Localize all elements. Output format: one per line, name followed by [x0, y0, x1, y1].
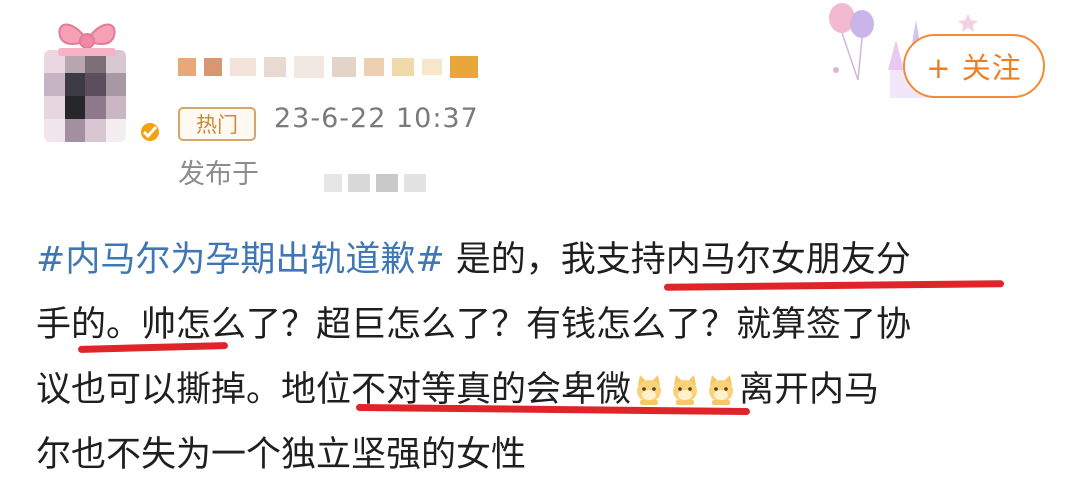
publish-source-blurred: [324, 174, 426, 192]
follow-button[interactable]: + 关注: [903, 34, 1045, 98]
publish-source-label: 发布于: [178, 159, 259, 190]
verified-badge-icon: [138, 120, 162, 144]
cat-emoji-icon: [709, 375, 734, 405]
hot-badge: 热门: [178, 107, 256, 141]
post-timestamp[interactable]: 23-6-22 10:37: [274, 103, 479, 134]
username-blurred[interactable]: [178, 52, 478, 82]
post-text: #内马尔为孕期出轨道歉# 是的，我支持内马尔女朋友分 手的。帅怎么了？超巨怎么了…: [36, 228, 1056, 488]
post-text-segment: 是的，我支持内马尔女朋友分: [444, 240, 911, 280]
post-line-3: 议也可以撕掉。地位不对等真的会卑微 离开内马: [36, 358, 1056, 423]
post-text-segment: 尔也不失为一个独立坚强的女性: [36, 435, 527, 475]
cat-emoji-icon: [673, 375, 698, 405]
hashtag-link[interactable]: #内马尔为孕期出轨道歉#: [36, 240, 445, 280]
post-text-segment: 手的。帅怎么了？超巨怎么了？有钱怎么了？就算签了协: [36, 305, 912, 345]
post-line-4: 尔也不失为一个独立坚强的女性: [36, 423, 1056, 488]
avatar-area[interactable]: [30, 12, 162, 144]
avatar[interactable]: [44, 50, 126, 142]
gift-bow-icon: [58, 23, 116, 56]
post-text-segment: 离开内马: [739, 370, 880, 410]
post-text-segment: 议也可以撕掉。地位不对等真的会卑微: [36, 370, 632, 410]
cat-emoji-icon: [637, 375, 662, 405]
weibo-post-card: 热门 23-6-22 10:37 发布于 + 关注 #内马尔为孕期出轨道歉# 是…: [0, 0, 1080, 475]
